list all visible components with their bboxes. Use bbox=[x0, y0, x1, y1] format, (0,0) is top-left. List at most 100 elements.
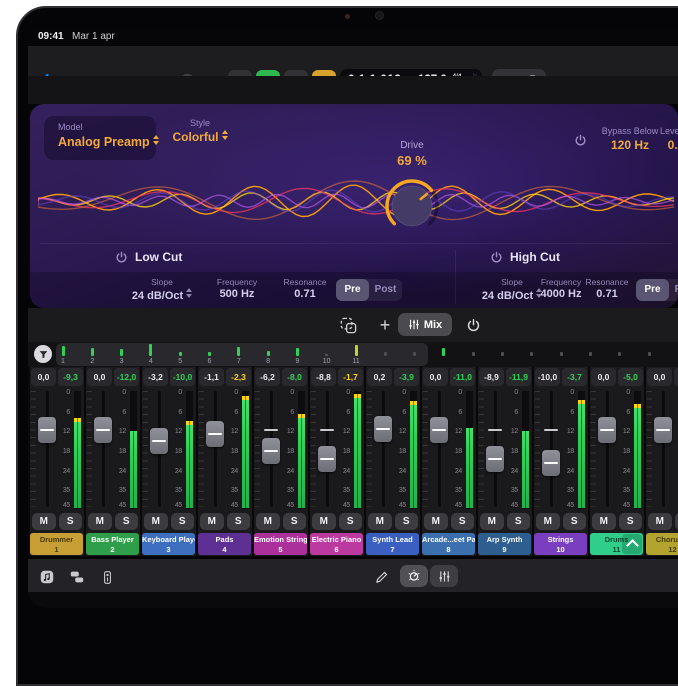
mixer-power-button[interactable] bbox=[462, 315, 484, 335]
track-name-tag[interactable]: Chorus V12 bbox=[646, 533, 678, 555]
controls-view-button[interactable] bbox=[400, 565, 428, 587]
overview-track-slot[interactable] bbox=[438, 342, 450, 367]
volume-fader[interactable] bbox=[597, 389, 617, 509]
overview-track-slot[interactable] bbox=[614, 342, 626, 367]
track-name-tag[interactable]: Arp Synth9 bbox=[478, 533, 531, 555]
solo-button[interactable]: S bbox=[395, 513, 419, 530]
overview-track-slot[interactable] bbox=[497, 342, 509, 367]
overview-track-slot[interactable]: 8 bbox=[262, 342, 274, 367]
channel-strip-button[interactable] bbox=[96, 567, 118, 587]
overview-track-slot[interactable] bbox=[584, 342, 596, 367]
volume-fader[interactable] bbox=[93, 389, 113, 509]
fader-cap[interactable] bbox=[598, 417, 616, 443]
track-name-tag[interactable]: Drummer1 bbox=[30, 533, 83, 555]
volume-fader[interactable] bbox=[261, 389, 281, 509]
low-cut-resonance[interactable]: Resonance0.71 bbox=[270, 272, 340, 300]
pre-button[interactable]: Pre bbox=[636, 279, 669, 301]
mute-button[interactable]: M bbox=[88, 513, 112, 530]
track-name-tag[interactable]: Pads4 bbox=[198, 533, 251, 555]
high-cut-resonance[interactable]: Resonance0.71 bbox=[572, 272, 642, 300]
overview-track-slot[interactable]: 10 bbox=[321, 342, 333, 367]
fader-cap[interactable] bbox=[542, 450, 560, 476]
low-cut-frequency[interactable]: Frequency500 Hz bbox=[202, 272, 272, 300]
fader-cap[interactable] bbox=[318, 446, 336, 472]
track-name-tag[interactable]: Arcade...eet Pad8 bbox=[422, 533, 475, 555]
overview-track-slot[interactable]: 11 bbox=[350, 342, 362, 367]
volume-fader[interactable] bbox=[317, 389, 337, 509]
post-button[interactable]: Post bbox=[669, 279, 678, 301]
volume-fader[interactable] bbox=[149, 389, 169, 509]
overview-track-slot[interactable] bbox=[643, 342, 655, 367]
collapse-mixer-button[interactable] bbox=[622, 534, 642, 554]
solo-button[interactable]: S bbox=[59, 513, 83, 530]
fader-cap[interactable] bbox=[38, 417, 56, 443]
fader-cap[interactable] bbox=[430, 417, 448, 443]
track-name-tag[interactable]: Electric Piano6 bbox=[310, 533, 363, 555]
fader-cap[interactable] bbox=[654, 417, 672, 443]
overview-track-slot[interactable] bbox=[555, 342, 567, 367]
volume-fader[interactable] bbox=[37, 389, 57, 509]
low-cut-slope[interactable]: Slope24 dB/Oct bbox=[127, 272, 197, 302]
overview-track-slot[interactable]: 6 bbox=[204, 342, 216, 367]
model-selector[interactable]: Model Analog Preamp bbox=[44, 116, 156, 160]
high-cut-power-icon[interactable] bbox=[490, 251, 503, 264]
loops-browser-button[interactable] bbox=[36, 567, 58, 587]
track-name-tag[interactable]: Emotion Strings5 bbox=[254, 533, 307, 555]
fader-cap[interactable] bbox=[262, 438, 280, 464]
fader-cap[interactable] bbox=[486, 446, 504, 472]
track-name-tag[interactable]: Bass Player2 bbox=[86, 533, 139, 555]
mix-toggle-button[interactable]: Mix bbox=[398, 313, 452, 336]
level-value[interactable]: 0.0 bbox=[658, 138, 678, 152]
mute-button[interactable]: M bbox=[648, 513, 672, 530]
overview-track-slot[interactable]: 4 bbox=[145, 342, 157, 367]
overview-track-slot[interactable] bbox=[526, 342, 538, 367]
overview-track-slot[interactable]: 9 bbox=[291, 342, 303, 367]
duplicate-button[interactable] bbox=[336, 315, 360, 335]
volume-fader[interactable] bbox=[485, 389, 505, 509]
solo-button[interactable]: S bbox=[451, 513, 475, 530]
add-track-button[interactable]: + bbox=[374, 312, 396, 338]
post-button[interactable]: Post bbox=[369, 279, 402, 301]
volume-fader[interactable] bbox=[541, 389, 561, 509]
track-name-tag[interactable]: Keyboard Player3 bbox=[142, 533, 195, 555]
mute-button[interactable]: M bbox=[592, 513, 616, 530]
overview-track-slot[interactable]: 7 bbox=[233, 342, 245, 367]
solo-button[interactable]: S bbox=[283, 513, 307, 530]
solo-button[interactable]: S bbox=[339, 513, 363, 530]
mute-button[interactable]: M bbox=[144, 513, 168, 530]
volume-fader[interactable] bbox=[373, 389, 393, 509]
solo-button[interactable]: S bbox=[171, 513, 195, 530]
overview-track-slot[interactable]: 2 bbox=[86, 342, 98, 367]
patch-library-button[interactable] bbox=[66, 567, 88, 587]
solo-button[interactable]: S bbox=[227, 513, 251, 530]
bypass-power-icon[interactable] bbox=[574, 134, 587, 147]
volume-fader[interactable] bbox=[205, 389, 225, 509]
solo-button[interactable]: S bbox=[507, 513, 531, 530]
mute-button[interactable]: M bbox=[200, 513, 224, 530]
style-selector[interactable]: Colorful bbox=[160, 130, 240, 144]
edit-pencil-button[interactable] bbox=[370, 567, 392, 587]
overview-track-slot[interactable]: 5 bbox=[174, 342, 186, 367]
mute-button[interactable]: M bbox=[32, 513, 56, 530]
faders-view-button[interactable] bbox=[430, 565, 458, 587]
mute-button[interactable]: M bbox=[368, 513, 392, 530]
solo-button[interactable]: S bbox=[675, 513, 678, 530]
low-cut-power-icon[interactable] bbox=[115, 251, 128, 264]
solo-button[interactable]: S bbox=[563, 513, 587, 530]
pre-button[interactable]: Pre bbox=[336, 279, 369, 301]
volume-fader[interactable] bbox=[429, 389, 449, 509]
mute-button[interactable]: M bbox=[312, 513, 336, 530]
mute-button[interactable]: M bbox=[536, 513, 560, 530]
track-name-tag[interactable]: Strings10 bbox=[534, 533, 587, 555]
solo-button[interactable]: S bbox=[115, 513, 139, 530]
track-name-tag[interactable]: Synth Lead7 bbox=[366, 533, 419, 555]
fader-cap[interactable] bbox=[206, 421, 224, 447]
mute-button[interactable]: M bbox=[480, 513, 504, 530]
fader-cap[interactable] bbox=[374, 416, 392, 442]
overview-track-slot[interactable] bbox=[379, 342, 391, 367]
overview-track-slot[interactable] bbox=[467, 342, 479, 367]
overview-track-slot[interactable] bbox=[409, 342, 421, 367]
mute-button[interactable]: M bbox=[424, 513, 448, 530]
mute-button[interactable]: M bbox=[256, 513, 280, 530]
track-name-tag[interactable]: Drums11 bbox=[590, 533, 643, 555]
